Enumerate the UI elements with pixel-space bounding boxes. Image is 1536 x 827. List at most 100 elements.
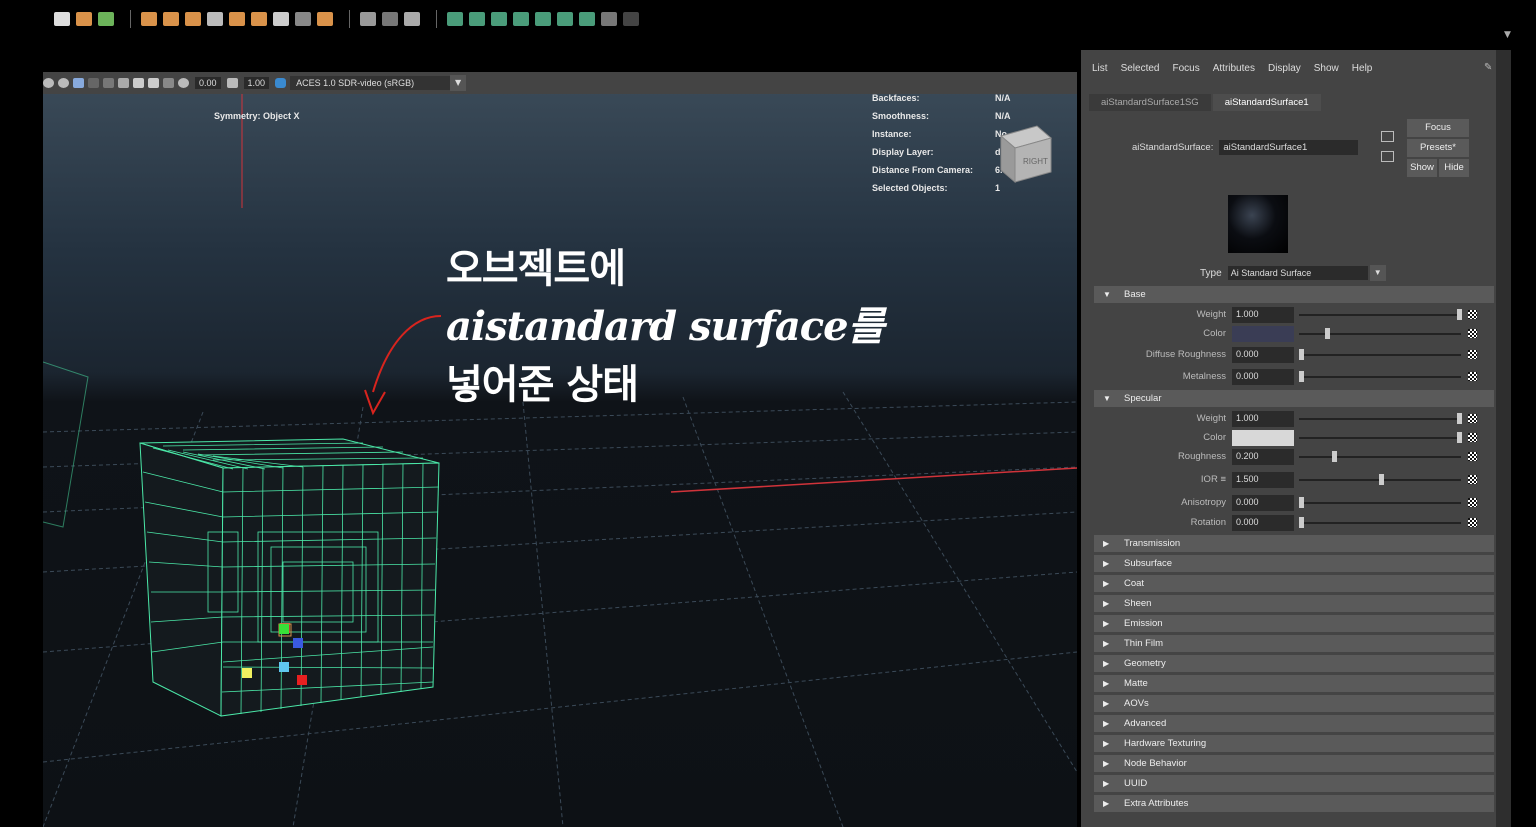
attr-slider[interactable]	[1299, 349, 1461, 360]
menu-focus[interactable]: Focus	[1172, 63, 1199, 74]
section-transmission[interactable]: ▶ Transmission	[1094, 535, 1494, 552]
presets-button[interactable]: Presets*	[1407, 139, 1469, 157]
color-swatch[interactable]	[1232, 326, 1294, 342]
poly-plane-icon[interactable]	[163, 12, 179, 26]
color-management-icon[interactable]	[275, 78, 287, 88]
isolate-icon[interactable]	[103, 78, 114, 88]
exposure-icon[interactable]	[178, 78, 189, 88]
section-coat[interactable]: ▶ Coat	[1094, 575, 1494, 592]
poly-cone-icon[interactable]	[251, 12, 267, 26]
chevron-down-icon[interactable]: ▼	[450, 75, 467, 91]
attr-field[interactable]: 1.000	[1232, 307, 1294, 323]
resolution-gate-icon[interactable]	[148, 78, 159, 88]
menu-show[interactable]: Show	[1314, 63, 1339, 74]
type-select[interactable]: Ai Standard Surface	[1227, 266, 1368, 280]
chevron-down-icon[interactable]: ▼	[1369, 265, 1386, 281]
view-cube[interactable]: RIGHT	[997, 122, 1053, 188]
section-emission[interactable]: ▶ Emission	[1094, 615, 1494, 632]
attr-field[interactable]: 0.000	[1232, 369, 1294, 385]
safe-frame-icon[interactable]	[163, 78, 174, 88]
exposure-field[interactable]: 0.00	[195, 77, 221, 89]
section-sheen[interactable]: ▶ Sheen	[1094, 595, 1494, 612]
slider-knob[interactable]	[1379, 474, 1384, 485]
attr-field[interactable]: 1.000	[1232, 411, 1294, 427]
slider-knob[interactable]	[1457, 309, 1462, 320]
select-camera-icon[interactable]	[118, 78, 129, 88]
texture-map-icon[interactable]	[1468, 452, 1477, 461]
texture-map-icon[interactable]	[1468, 475, 1477, 484]
poly-torus-icon[interactable]	[229, 12, 245, 26]
poly-pipe-icon[interactable]	[295, 12, 311, 26]
slider-knob[interactable]	[1299, 371, 1304, 382]
attr-slider[interactable]	[1299, 497, 1461, 508]
texture-map-icon[interactable]	[1468, 433, 1477, 442]
light-icon[interactable]	[58, 78, 69, 88]
section-advanced[interactable]: ▶ Advanced	[1094, 715, 1494, 732]
multi-cut-icon[interactable]	[579, 12, 595, 26]
tab-standard-surface[interactable]: aiStandardSurface1	[1212, 94, 1321, 111]
show-button[interactable]: Show	[1407, 159, 1437, 177]
section-uuid[interactable]: ▶ UUID	[1094, 775, 1494, 792]
slider-knob[interactable]	[1457, 413, 1462, 424]
texture-map-icon[interactable]	[1468, 329, 1477, 338]
section-base[interactable]: ▼ Base	[1094, 286, 1494, 303]
material-swatch[interactable]	[1228, 195, 1288, 253]
slider-knob[interactable]	[1325, 328, 1330, 339]
slider-knob[interactable]	[1332, 451, 1337, 462]
node-name-field[interactable]: aiStandardSurface1	[1219, 140, 1359, 155]
input-connection-icon[interactable]	[1381, 131, 1394, 142]
menu-selected[interactable]: Selected	[1121, 63, 1160, 74]
poly-prism-icon[interactable]	[317, 12, 333, 26]
attr-field[interactable]: 1.500	[1232, 472, 1294, 488]
poly-sphere-icon[interactable]	[207, 12, 223, 26]
section-subsurface[interactable]: ▶ Subsurface	[1094, 555, 1494, 572]
slider-knob[interactable]	[1299, 517, 1304, 528]
section-thin-film[interactable]: ▶ Thin Film	[1094, 635, 1494, 652]
attr-field[interactable]: 0.000	[1232, 347, 1294, 363]
texture-map-icon[interactable]	[1468, 372, 1477, 381]
attr-slider[interactable]	[1299, 371, 1461, 382]
menu-attributes[interactable]: Attributes	[1213, 63, 1255, 74]
texture-map-icon[interactable]	[1468, 414, 1477, 423]
gamma-icon[interactable]	[226, 78, 238, 88]
attr-slider[interactable]	[1299, 413, 1462, 424]
menu-display[interactable]: Display	[1268, 63, 1301, 74]
slider-knob[interactable]	[1457, 432, 1462, 443]
output-connection-icon[interactable]	[1381, 151, 1394, 162]
panel-side-tabs[interactable]	[1496, 50, 1511, 827]
more-icon[interactable]	[623, 12, 639, 26]
bevel-icon[interactable]	[469, 12, 485, 26]
attr-slider[interactable]	[1299, 328, 1461, 339]
edit-tool-icon[interactable]	[360, 12, 376, 26]
poly-disc-icon[interactable]	[273, 12, 289, 26]
section-matte[interactable]: ▶ Matte	[1094, 675, 1494, 692]
section-aovs[interactable]: ▶ AOVs	[1094, 695, 1494, 712]
attr-slider[interactable]	[1299, 517, 1461, 528]
attr-slider[interactable]	[1299, 451, 1461, 462]
section-extra-attributes[interactable]: ▶ Extra Attributes	[1094, 795, 1494, 812]
focus-button[interactable]: Focus	[1407, 119, 1469, 137]
film-gate-icon[interactable]	[133, 78, 144, 88]
color-swatch[interactable]	[1232, 430, 1294, 446]
shelf-scroll-down-icon[interactable]: ▼	[1504, 30, 1512, 40]
bridge-icon[interactable]	[491, 12, 507, 26]
shading-icon[interactable]	[73, 78, 84, 88]
section-specular[interactable]: ▼ Specular	[1094, 390, 1494, 407]
attr-field[interactable]: 0.000	[1232, 515, 1294, 531]
hide-button[interactable]: Hide	[1439, 159, 1469, 177]
tab-shading-group[interactable]: aiStandardSurface1SG	[1089, 94, 1211, 111]
texture-map-icon[interactable]	[1468, 350, 1477, 359]
slider-knob[interactable]	[1299, 349, 1304, 360]
uv-tool-icon[interactable]	[382, 12, 398, 26]
colorspace-select[interactable]: ACES 1.0 SDR-video (sRGB)	[290, 76, 451, 90]
section-geometry[interactable]: ▶ Geometry	[1094, 655, 1494, 672]
poly-cube-icon[interactable]	[141, 12, 157, 26]
section-hardware-texturing[interactable]: ▶ Hardware Texturing	[1094, 735, 1494, 752]
pin-icon[interactable]: ✎	[1484, 62, 1492, 73]
menu-list[interactable]: List	[1092, 63, 1108, 74]
fill-hole-icon[interactable]	[535, 12, 551, 26]
target-weld-icon[interactable]	[601, 12, 617, 26]
section-node-behavior[interactable]: ▶ Node Behavior	[1094, 755, 1494, 772]
texture-map-icon[interactable]	[1468, 518, 1477, 527]
attr-field[interactable]: 0.200	[1232, 449, 1294, 465]
